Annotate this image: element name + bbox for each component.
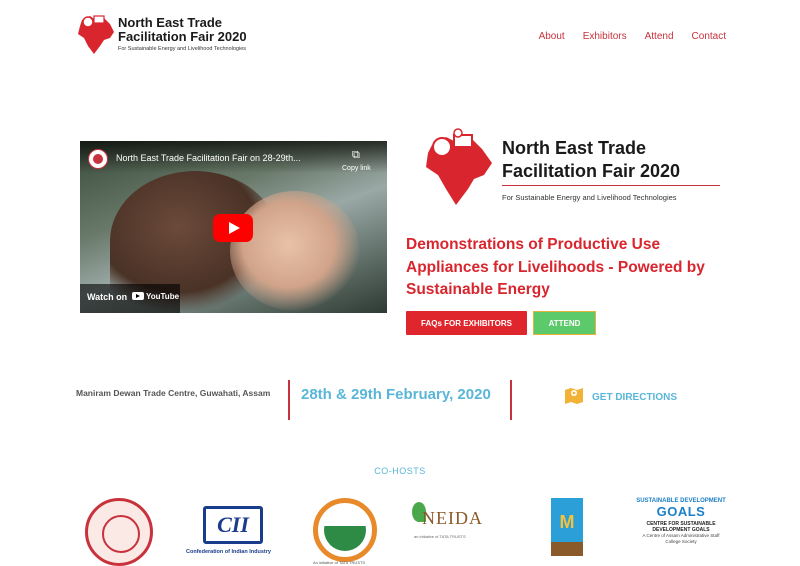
cohost-cii-logo[interactable]: CII Confederation of Indian Industry (186, 498, 286, 558)
neida-subtext: an initiative of TATA TRUSTS (414, 534, 466, 539)
brand-subtitle: For Sustainable Energy and Livelihood Te… (118, 46, 247, 52)
nav-attend[interactable]: Attend (645, 31, 674, 42)
copy-link-icon[interactable]: ⧉ (352, 149, 360, 162)
site-header: North East Trade Facilitation Fair 2020 … (0, 0, 800, 72)
divider (288, 380, 290, 420)
hero-tagline: Demonstrations of Productive Use Applian… (406, 236, 705, 298)
youtube-logo-icon: YouTube (132, 292, 179, 301)
venue-text: Maniram Dewan Trade Centre, Guwahati, As… (76, 388, 271, 398)
faqs-exhibitors-button[interactable]: FAQs FOR EXHIBITORS (406, 311, 527, 335)
sdg-line4: A Centre of Assam Administrative Staff C… (642, 533, 720, 544)
watch-on-label: Watch on (87, 292, 128, 302)
cii-mark: CII (203, 506, 263, 544)
nav-about[interactable]: About (539, 31, 565, 42)
map-icon[interactable] (564, 386, 584, 404)
sdg-line3: CENTRE FOR SUSTAINABLE DEVELOPMENT GOALS (646, 521, 716, 533)
cohost-cms-logo[interactable] (313, 498, 377, 562)
cohost-seal-logo[interactable] (85, 498, 153, 566)
fair-logo-large-icon (426, 128, 492, 205)
cohost-neida-logo[interactable]: NEIDA an initiative of TATA TRUSTS (412, 498, 504, 542)
m-letter-icon: M (559, 512, 575, 532)
mountain-icon (324, 509, 366, 551)
cii-name: Confederation of Indian Industry (186, 549, 271, 555)
cms-subtext: An initiative of TATA TRUSTS (313, 560, 366, 565)
copy-link-label[interactable]: Copy link (342, 165, 371, 172)
cohosts-heading: CO-HOSTS (374, 466, 426, 476)
nav-exhibitors[interactable]: Exhibitors (583, 31, 627, 42)
hero-subtitle: For Sustainable Energy and Livelihood Te… (502, 193, 677, 202)
fair-logo-icon[interactable] (74, 10, 118, 58)
play-button-icon[interactable] (213, 214, 253, 242)
video-player[interactable]: North East Trade Facilitation Fair on 28… (80, 141, 387, 313)
attend-button[interactable]: ATTEND (533, 311, 596, 335)
logo-base (551, 542, 583, 556)
get-directions-link[interactable]: GET DIRECTIONS (592, 392, 677, 403)
hero-divider (502, 185, 720, 186)
channel-avatar-icon[interactable] (88, 149, 108, 169)
event-date: 28th & 29th February, 2020 (301, 386, 491, 403)
brand-title[interactable]: North East Trade Facilitation Fair 2020 (118, 16, 258, 44)
video-thumbnail-child (230, 191, 360, 311)
video-title[interactable]: North East Trade Facilitation Fair on 28… (116, 153, 301, 163)
youtube-logo-text: YouTube (146, 292, 180, 301)
divider (510, 380, 512, 420)
nav-contact[interactable]: Contact (692, 31, 726, 42)
cohost-sdg-logo[interactable]: SUSTAINABLE DEVELOPMENT GOALS CENTRE FOR… (636, 498, 726, 560)
neida-text: NEIDA (422, 508, 483, 528)
cohost-m-logo[interactable]: M (551, 498, 583, 556)
hero-title: North East Trade Facilitation Fair 2020 (502, 138, 681, 181)
sdg-line2: GOALS (656, 504, 706, 519)
main-nav: About Exhibitors Attend Contact (539, 31, 726, 42)
